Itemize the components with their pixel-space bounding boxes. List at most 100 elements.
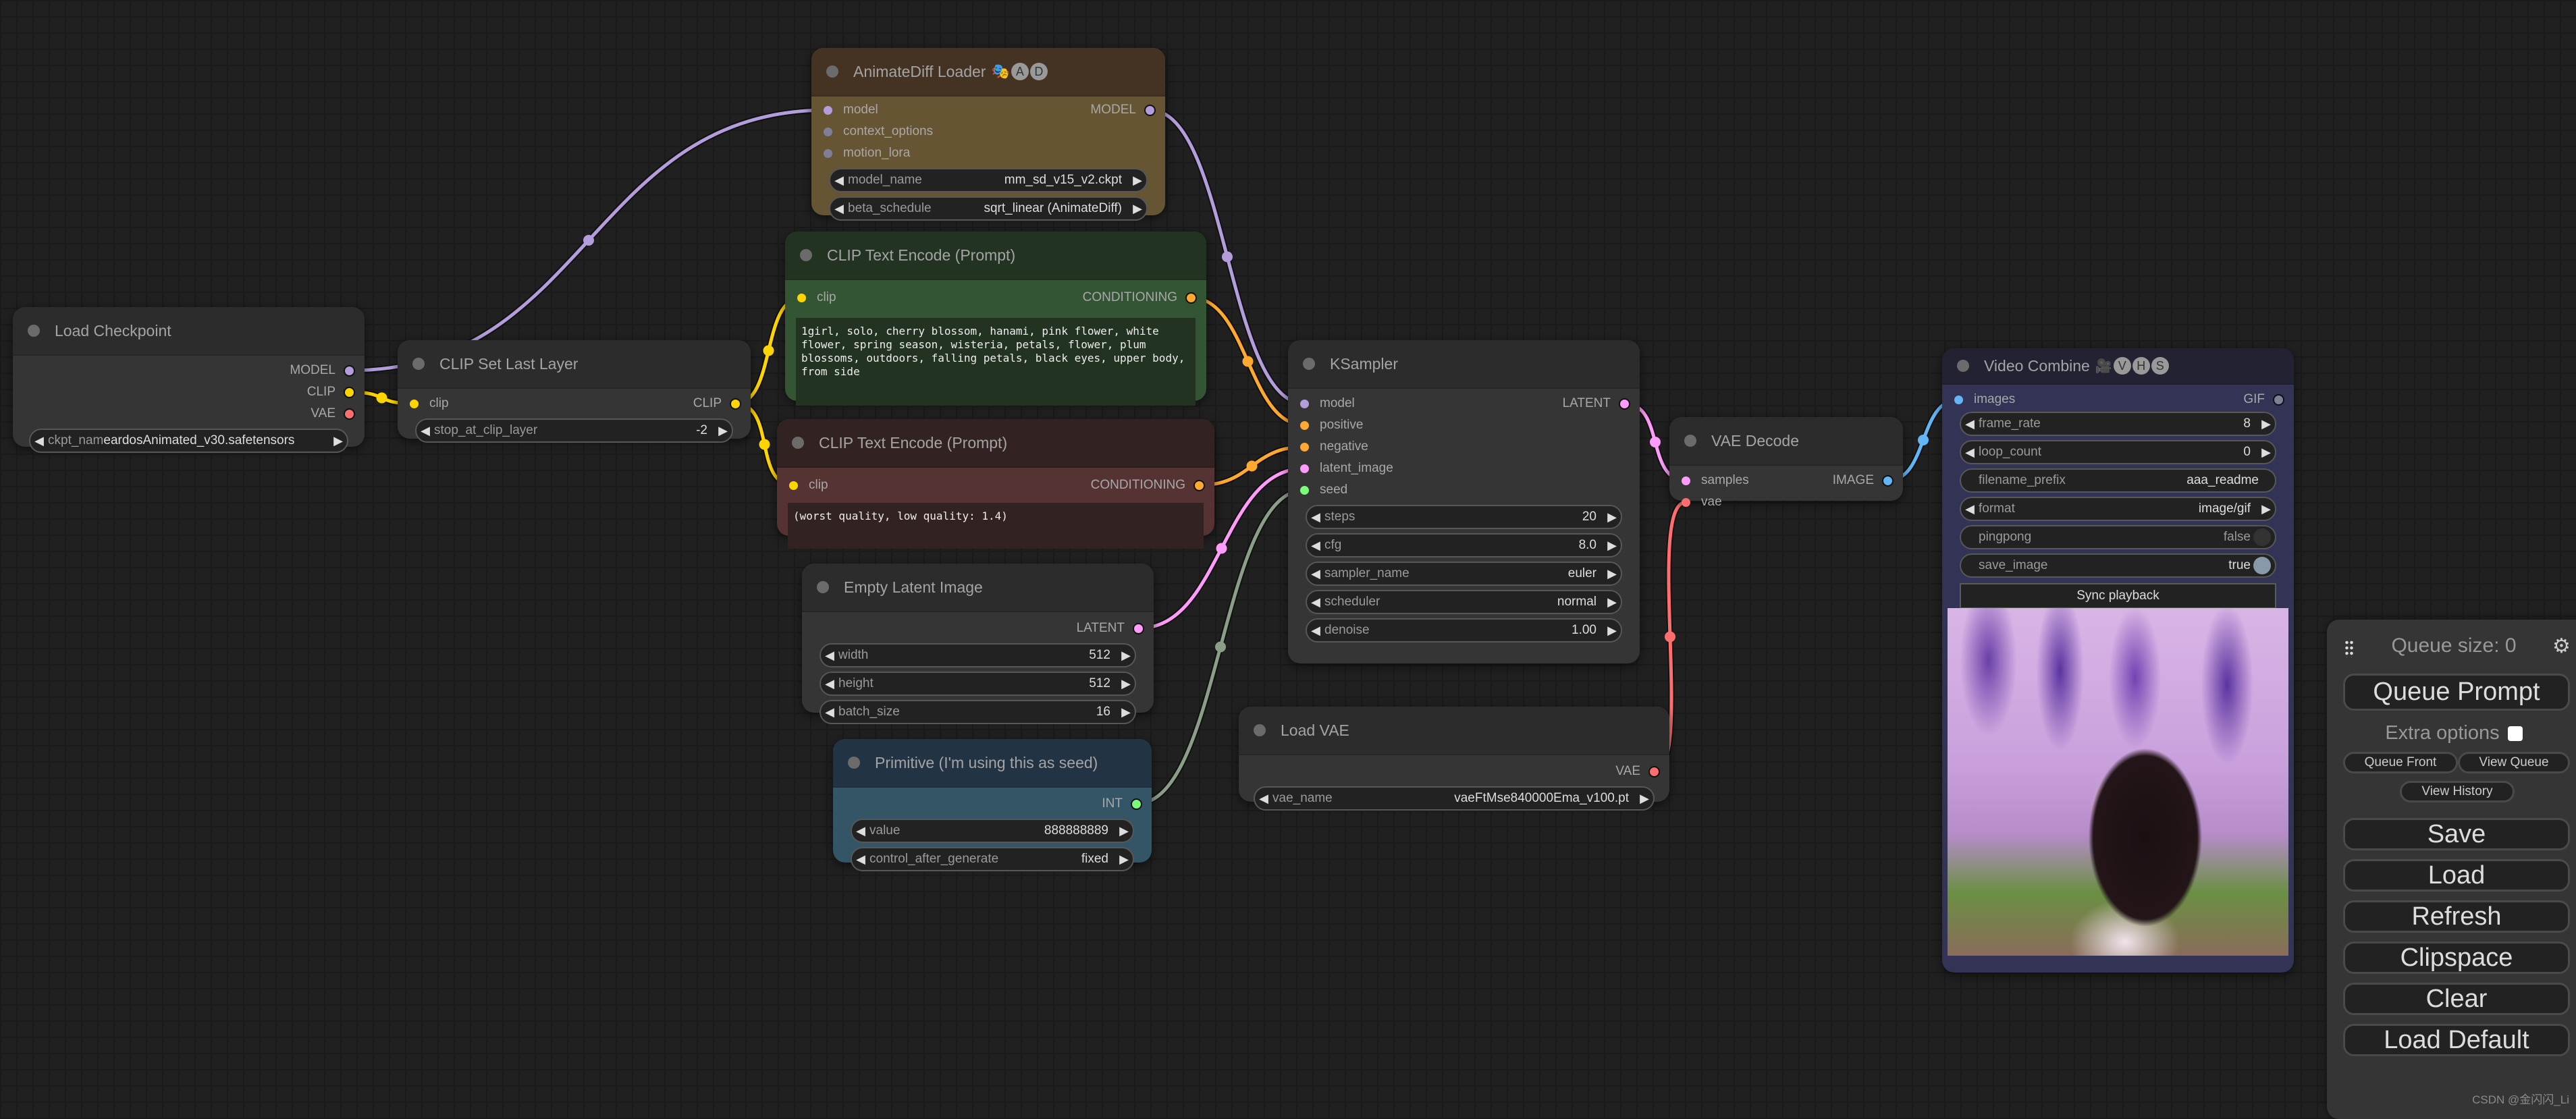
slot-dot-icon[interactable] (344, 408, 355, 420)
slot-dot-icon[interactable] (824, 127, 832, 136)
slot-dot-icon[interactable] (1954, 395, 1963, 404)
input-slot-motion-lora[interactable]: motion_lora (824, 142, 910, 164)
node-title[interactable]: Empty Latent Image (802, 564, 1154, 612)
slot-dot-icon[interactable] (1648, 765, 1660, 777)
node-title[interactable]: Video Combine 🎥 V H S (1942, 348, 2294, 385)
collapse-dot-icon[interactable] (1303, 358, 1315, 370)
wire-clip-checkpoint-setlast-midpoint[interactable] (376, 392, 387, 404)
output-slot-model[interactable]: MODEL (13, 360, 365, 381)
widget-filename-prefix[interactable]: filename_prefix aaa_readme (1960, 468, 2276, 493)
widget-height[interactable]: ◀ height 512 ▶ (820, 672, 1136, 696)
arrow-right-icon[interactable]: ▶ (1115, 824, 1133, 838)
collapse-dot-icon[interactable] (792, 437, 804, 449)
slot-dot-icon[interactable] (344, 386, 355, 398)
slot-dot-icon[interactable] (730, 398, 741, 410)
slot-dot-icon[interactable] (1882, 474, 1894, 487)
collapse-dot-icon[interactable] (1684, 435, 1696, 447)
node-title[interactable]: Primitive (I'm using this as seed) (833, 739, 1152, 788)
widget-model-name[interactable]: ◀ model_name mm_sd_v15_v2.ckpt ▶ (829, 168, 1148, 192)
arrow-right-icon[interactable]: ▶ (2257, 445, 2275, 460)
arrow-left-icon[interactable]: ◀ (1255, 792, 1272, 806)
widget-stop-at-clip-layer[interactable]: ◀ stop_at_clip_layer -2 ▶ (415, 418, 733, 443)
arrow-right-icon[interactable]: ▶ (1603, 539, 1621, 553)
arrow-right-icon[interactable]: ▶ (1636, 792, 1653, 806)
widget-frame-rate[interactable]: ◀ frame_rate 8 ▶ (1960, 412, 2276, 436)
arrow-right-icon[interactable]: ▶ (1117, 649, 1135, 663)
view-queue-button[interactable]: View Queue (2458, 752, 2570, 773)
arrow-left-icon[interactable]: ◀ (1307, 567, 1324, 581)
extra-options-checkbox[interactable] (2507, 726, 2523, 742)
slot-dot-icon[interactable] (2273, 393, 2284, 406)
widget-loop-count[interactable]: ◀ loop_count 0 ▶ (1960, 440, 2276, 464)
output-slot-image[interactable]: IMAGE (1833, 470, 1894, 491)
wire-latent-image-midpoint[interactable] (1216, 543, 1227, 554)
widget-format[interactable]: ◀ format image/gif ▶ (1960, 497, 2276, 521)
arrow-left-icon[interactable]: ◀ (821, 705, 838, 719)
toggle-off-icon[interactable] (2253, 528, 2271, 546)
wire-samples-midpoint[interactable] (1650, 437, 1661, 447)
slot-dot-icon[interactable] (410, 399, 419, 408)
arrow-right-icon[interactable]: ▶ (1115, 852, 1133, 867)
arrow-right-icon[interactable]: ▶ (1603, 510, 1621, 524)
slot-dot-icon[interactable] (1300, 399, 1309, 408)
output-slot-model[interactable]: MODEL (1090, 99, 1156, 121)
arrow-left-icon[interactable]: ◀ (1307, 510, 1324, 524)
refresh-button[interactable]: Refresh (2343, 900, 2570, 933)
widget-control-after-generate[interactable]: ◀ control_after_generate fixed ▶ (851, 847, 1134, 871)
slot-dot-icon[interactable] (1682, 476, 1690, 485)
widget-cfg[interactable]: ◀ cfg 8.0 ▶ (1306, 533, 1622, 557)
input-slot-negative[interactable]: negative (1300, 436, 1368, 458)
slot-dot-icon[interactable] (1300, 464, 1309, 473)
wire-images-midpoint[interactable] (1918, 435, 1929, 445)
input-slot-vae[interactable]: vae (1682, 491, 1722, 513)
output-slot-vae[interactable]: VAE (1239, 761, 1669, 782)
slot-dot-icon[interactable] (1133, 622, 1144, 634)
arrow-left-icon[interactable]: ◀ (1961, 445, 1979, 460)
slot-dot-icon[interactable] (1193, 479, 1205, 491)
wire-model-checkpoint-animatediff[interactable] (349, 108, 828, 373)
node-title[interactable]: CLIP Text Encode (Prompt) (785, 231, 1206, 280)
arrow-left-icon[interactable]: ◀ (830, 173, 848, 188)
load-default-button[interactable]: Load Default (2343, 1024, 2570, 1056)
toggle-save-image[interactable]: save_image true (1960, 553, 2276, 578)
collapse-dot-icon[interactable] (28, 325, 40, 337)
arrow-right-icon[interactable]: ▶ (1117, 705, 1135, 719)
output-slot-conditioning[interactable]: CONDITIONING (1091, 474, 1205, 496)
input-slot-context-options[interactable]: context_options (824, 121, 933, 142)
queue-front-button[interactable]: Queue Front (2343, 752, 2458, 773)
node-title[interactable]: AnimateDiff Loader 🎭 A D (811, 48, 1165, 97)
output-slot-clip[interactable]: CLIP (693, 393, 741, 414)
node-load-checkpoint[interactable]: Load Checkpoint MODEL CLIP VAE ◀ ckpt_na… (13, 307, 365, 453)
slot-dot-icon[interactable] (797, 293, 806, 302)
settings-gear-icon[interactable]: ⚙ (2552, 634, 2571, 658)
wire-clip-positive-midpoint[interactable] (763, 345, 774, 356)
arrow-right-icon[interactable]: ▶ (1603, 624, 1621, 638)
widget-vae-name[interactable]: ◀ vae_name vaeFtMse840000Ema_v100.pt ▶ (1254, 786, 1655, 811)
node-clip-set-last-layer[interactable]: CLIP Set Last Layer clip CLIP ◀ stop_at_… (398, 340, 751, 443)
arrow-left-icon[interactable]: ◀ (852, 824, 869, 838)
slot-dot-icon[interactable] (824, 105, 832, 115)
input-slot-seed[interactable]: seed (1300, 479, 1347, 501)
arrow-right-icon[interactable]: ▶ (1603, 567, 1621, 581)
widget-denoise[interactable]: ◀ denoise 1.00 ▶ (1306, 618, 1622, 643)
node-clip-text-encode-positive[interactable]: CLIP Text Encode (Prompt) clip CONDITION… (785, 231, 1206, 406)
arrow-right-icon[interactable]: ▶ (714, 424, 732, 438)
node-title[interactable]: Load VAE (1239, 707, 1669, 755)
node-empty-latent-image[interactable]: Empty Latent Image LATENT ◀ width 512 ▶ ◀ he… (802, 564, 1154, 724)
arrow-left-icon[interactable]: ◀ (821, 677, 838, 691)
input-slot-images[interactable]: images (1954, 389, 2015, 410)
widget-batch-size[interactable]: ◀ batch_size 16 ▶ (820, 700, 1136, 724)
widget-seed-value[interactable]: ◀ value 888888889 ▶ (851, 819, 1134, 843)
slot-dot-icon[interactable] (824, 148, 832, 158)
collapse-dot-icon[interactable] (848, 757, 860, 769)
output-slot-conditioning[interactable]: CONDITIONING (1083, 287, 1197, 308)
widget-steps[interactable]: ◀ steps 20 ▶ (1306, 505, 1622, 529)
slot-dot-icon[interactable] (1682, 497, 1690, 507)
output-slot-clip[interactable]: CLIP (13, 381, 365, 403)
arrow-left-icon[interactable]: ◀ (417, 424, 434, 438)
arrow-left-icon[interactable]: ◀ (821, 649, 838, 663)
wire-negative-midpoint[interactable] (1246, 460, 1258, 472)
arrow-left-icon[interactable]: ◀ (1307, 595, 1324, 609)
input-slot-latent-image[interactable]: latent_image (1300, 458, 1393, 479)
arrow-left-icon[interactable]: ◀ (1961, 502, 1979, 516)
